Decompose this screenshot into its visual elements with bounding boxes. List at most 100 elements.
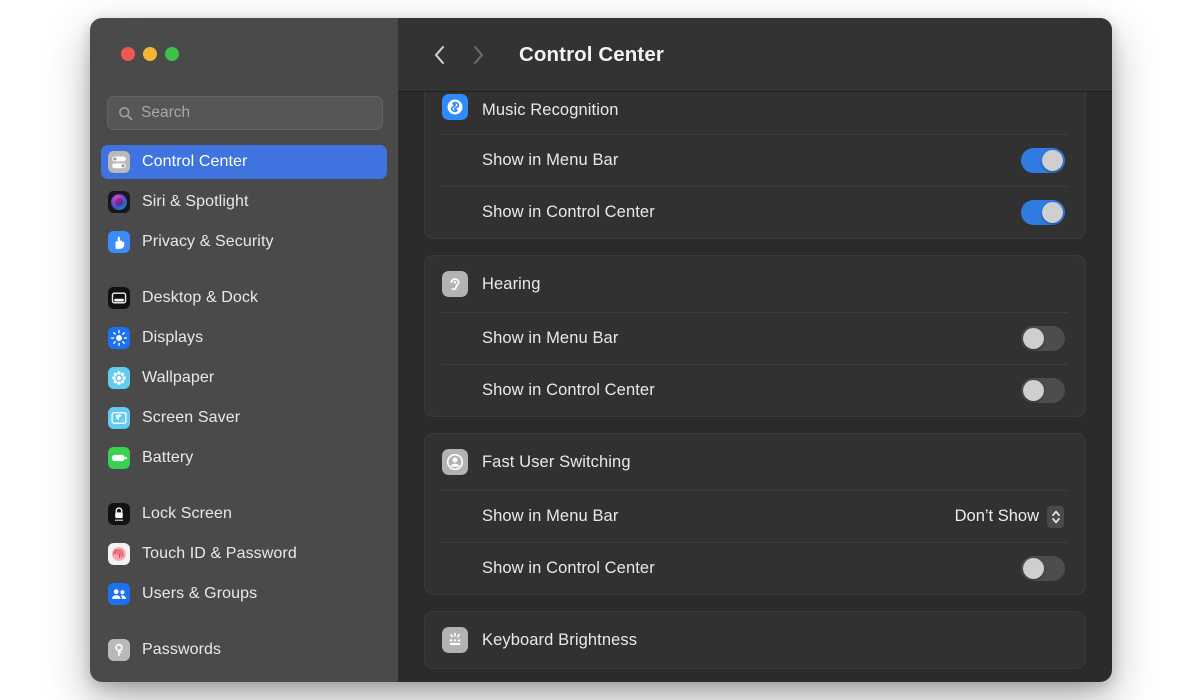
- lock-screen-icon: [108, 503, 130, 525]
- toggle-knob: [1023, 380, 1044, 401]
- screen-saver-icon: [108, 407, 130, 429]
- sidebar-item-label: Screen Saver: [142, 409, 241, 426]
- fast-user-switching-icon: [442, 449, 468, 475]
- row-label: Show in Control Center: [482, 559, 655, 577]
- search-input[interactable]: [141, 104, 372, 122]
- sidebar-item-label: Users & Groups: [142, 585, 258, 602]
- settings-row: Show in Control Center: [442, 186, 1068, 238]
- settings-row: Show in Menu Bar Don’t Show: [442, 490, 1068, 542]
- toggle-knob: [1042, 202, 1063, 223]
- sidebar-item-list: Control Center Siri & Spotlight Privacy …: [90, 145, 398, 682]
- sidebar-item-label: Desktop & Dock: [142, 289, 259, 306]
- close-window-button[interactable]: [121, 47, 135, 61]
- sidebar-item-touch-id-password[interactable]: Touch ID & Password: [101, 537, 387, 571]
- forward-button[interactable]: [461, 38, 495, 72]
- desktop-background: Control Center Siri & Spotlight Privacy …: [0, 0, 1200, 700]
- sidebar-item-label: Battery: [142, 449, 194, 466]
- toggle-switch[interactable]: [1021, 326, 1065, 351]
- group-header: Music Recognition: [425, 92, 1085, 134]
- battery-icon: [108, 447, 130, 469]
- row-label: Show in Menu Bar: [482, 507, 619, 525]
- toggle-knob: [1023, 328, 1044, 349]
- group-title: Fast User Switching: [482, 452, 631, 471]
- siri-icon: [108, 191, 130, 213]
- displays-icon: [108, 327, 130, 349]
- group-title: Keyboard Brightness: [482, 630, 638, 649]
- toolbar: Control Center: [398, 18, 1112, 92]
- row-label: Show in Control Center: [482, 381, 655, 399]
- group-header: Fast User Switching: [425, 434, 1085, 490]
- toggle-switch[interactable]: [1021, 148, 1065, 173]
- sidebar-item-screen-saver[interactable]: Screen Saver: [101, 401, 387, 435]
- sidebar-item-label: Passwords: [142, 641, 222, 658]
- toggle-knob: [1023, 558, 1044, 579]
- sidebar-item-battery[interactable]: Battery: [101, 441, 387, 475]
- sidebar: Control Center Siri & Spotlight Privacy …: [90, 18, 398, 682]
- traffic-lights: [121, 47, 179, 61]
- fast-user-switching-icon: [442, 449, 468, 475]
- popup-button-value: Don’t Show: [954, 507, 1039, 525]
- toggle-switch[interactable]: [1021, 556, 1065, 581]
- settings-group: Hearing Show in Menu Bar Show in Control C…: [424, 255, 1086, 417]
- toggle-switch[interactable]: [1021, 200, 1065, 225]
- battery-icon: [108, 447, 130, 469]
- search-icon: [118, 106, 133, 121]
- sidebar-item-label: Siri & Spotlight: [142, 193, 249, 210]
- control-center-icon: [108, 151, 130, 173]
- group-title: Music Recognition: [482, 101, 619, 119]
- displays-icon: [108, 327, 130, 349]
- chevron-left-icon: [435, 45, 444, 64]
- privacy-security-icon: [108, 231, 130, 253]
- desktop-dock-icon: [108, 287, 130, 309]
- passwords-icon: [108, 639, 130, 661]
- sidebar-group-separator: [101, 265, 387, 281]
- sidebar-item-displays[interactable]: Displays: [101, 321, 387, 355]
- settings-group: Music Recognition Show in Menu Bar Show in…: [424, 92, 1086, 239]
- touch-id-icon: [108, 543, 130, 565]
- sidebar-item-desktop-dock[interactable]: Desktop & Dock: [101, 281, 387, 315]
- search-field[interactable]: [107, 96, 383, 130]
- group-title: Hearing: [482, 274, 541, 293]
- chevron-right-icon: [474, 45, 483, 64]
- keyboard-brightness-icon: [442, 627, 468, 653]
- row-label: Show in Menu Bar: [482, 151, 619, 169]
- sidebar-item-label: Control Center: [142, 153, 248, 170]
- touch-id-icon: [108, 543, 130, 565]
- content-pane: Control Center Music Recognition Show in …: [398, 18, 1112, 682]
- sidebar-item-siri-spotlight[interactable]: Siri & Spotlight: [101, 185, 387, 219]
- toggle-switch[interactable]: [1021, 378, 1065, 403]
- sidebar-group-separator: [101, 481, 387, 497]
- sidebar-item-label: Privacy & Security: [142, 233, 274, 250]
- popup-button[interactable]: Don’t Show: [954, 505, 1068, 528]
- users-groups-icon: [108, 583, 130, 605]
- back-button[interactable]: [423, 38, 457, 72]
- row-label: Show in Control Center: [482, 203, 655, 221]
- sidebar-item-users-groups[interactable]: Users & Groups: [101, 577, 387, 611]
- hearing-icon: [442, 271, 468, 297]
- maximize-window-button[interactable]: [165, 47, 179, 61]
- settings-row: Show in Menu Bar: [442, 134, 1068, 186]
- keyboard-brightness-icon: [442, 627, 468, 653]
- desktop-dock-icon: [108, 287, 130, 309]
- sidebar-item-privacy-security[interactable]: Privacy & Security: [101, 225, 387, 259]
- passwords-icon: [108, 639, 130, 661]
- group-header: Hearing: [425, 256, 1085, 312]
- screen-saver-icon: [108, 407, 130, 429]
- settings-scroll-area[interactable]: Music Recognition Show in Menu Bar Show in…: [398, 92, 1112, 682]
- sidebar-item-label: Displays: [142, 329, 204, 346]
- sidebar-item-lock-screen[interactable]: Lock Screen: [101, 497, 387, 531]
- toggle-knob: [1042, 150, 1063, 171]
- lock-screen-icon: [108, 503, 130, 525]
- settings-group: Fast User Switching Show in Menu Bar Don’t…: [424, 433, 1086, 595]
- sidebar-group-separator: [101, 617, 387, 633]
- settings-row: Show in Menu Bar: [442, 312, 1068, 364]
- control-center-icon: [108, 151, 130, 173]
- minimize-window-button[interactable]: [143, 47, 157, 61]
- system-settings-window: Control Center Siri & Spotlight Privacy …: [90, 18, 1112, 682]
- sidebar-item-passwords[interactable]: Passwords: [101, 633, 387, 667]
- shazam-icon: [442, 94, 468, 120]
- sidebar-item-control-center[interactable]: Control Center: [101, 145, 387, 179]
- sidebar-item-wallpaper[interactable]: Wallpaper: [101, 361, 387, 395]
- group-header: Keyboard Brightness: [425, 612, 1085, 668]
- wallpaper-icon: [108, 367, 130, 389]
